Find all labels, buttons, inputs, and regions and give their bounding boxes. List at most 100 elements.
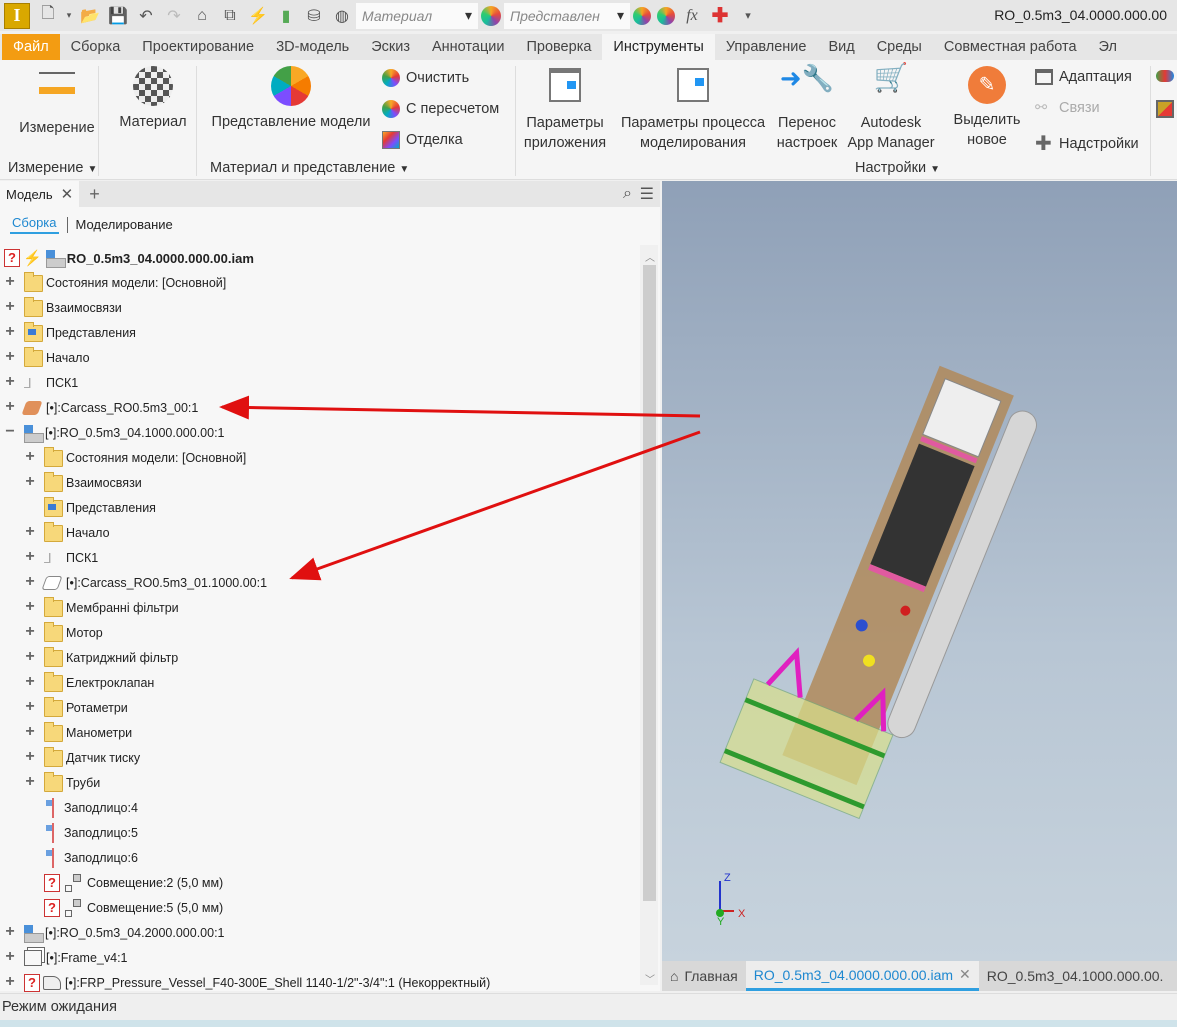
scroll-down-icon[interactable]: ﹀ [645,971,655,986]
tree-item[interactable]: Електроклапан [44,671,154,694]
addins-button[interactable]: ✚ Надстройки [1035,131,1139,156]
tree-item[interactable]: [•]:Carcass_RO0.5m3_01.1000.00:1 [41,572,267,594]
expand-icon[interactable]: + [24,698,36,716]
customize-qat-icon[interactable]: ▾ [737,5,759,27]
tree-item[interactable]: Датчик тиску [44,746,140,769]
tree-item[interactable]: [•]:RO_0.5m3_04.1000.000.00:1 [24,422,225,444]
menu-icon[interactable]: ☰ [640,184,654,204]
tab-6[interactable]: Проверка [515,34,602,60]
home-icon[interactable]: ⌂ [191,5,213,27]
appearance-combo[interactable]: Представлен ▾ [504,2,630,29]
tree-item[interactable]: Заподлицо:6 [44,847,138,869]
tree-item[interactable]: Труби [44,771,100,794]
tab-12[interactable]: Эл [1088,34,1128,60]
tree-item[interactable]: ? [•]:FRP_Pressure_Vessel_F40-300E_Shell … [24,972,490,994]
add-tab-icon[interactable]: + [89,184,100,205]
group-measure[interactable]: Измерение ▼ [8,160,97,176]
fx-icon[interactable]: fx [681,5,703,27]
links-button[interactable]: ⚯ Связи [1035,100,1100,116]
tree-item[interactable]: Катриджний фільтр [44,646,178,669]
expand-icon[interactable]: + [24,748,36,766]
tab-home[interactable]: ⌂ Главная [662,961,746,991]
tree-item[interactable]: Мембранні фільтри [44,596,179,619]
collapse-icon[interactable]: − [4,423,16,441]
tab-8[interactable]: Управление [715,34,818,60]
adjust-button[interactable]: С пересчетом [382,100,499,118]
undo-icon[interactable]: ↶ [135,5,157,27]
expand-icon[interactable]: + [4,948,16,966]
ilogic-icon[interactable]: ⛁ [303,5,325,27]
tab-2[interactable]: Проектирование [131,34,265,60]
tree-item[interactable]: [•]:Frame_v4:1 [24,947,128,969]
tab-4[interactable]: Эскиз [360,34,421,60]
tree-item[interactable]: Состояния модели: [Основной] [44,446,246,469]
tree-item[interactable]: Взаимосвязи [24,296,122,319]
expand-icon[interactable]: + [24,773,36,791]
tree-item[interactable]: Ротаметри [44,696,128,719]
scrollbar-thumb[interactable] [643,265,656,901]
close-icon[interactable]: ✕ [959,966,971,983]
tab-11[interactable]: Совместная работа [933,34,1088,60]
tree-item[interactable]: Начало [44,521,110,544]
finish-button[interactable]: Отделка [382,131,463,149]
highlight-new-button[interactable]: ✎ Выделить новое [946,66,1028,150]
expand-icon[interactable]: + [4,398,16,416]
styles-icon[interactable] [1156,100,1174,118]
tree-item[interactable]: ⅃ ПСК1 [44,547,98,569]
tree-item[interactable]: [•]:Carcass_RO0.5m3_00:1 [21,397,198,419]
subtab-modeling[interactable]: Моделирование [76,217,173,232]
tree-item[interactable]: ? Совмещение:2 (5,0 мм) [44,872,223,894]
tree-item[interactable]: Заподлицо:5 [44,822,138,844]
expand-icon[interactable]: + [4,273,16,291]
expand-icon[interactable]: + [4,348,16,366]
adjust-appearance-icon[interactable] [633,6,651,25]
expand-icon[interactable]: + [24,723,36,741]
redo-icon[interactable]: ↷ [163,5,185,27]
app-options-button[interactable]: Параметры приложения [518,68,612,153]
appearance-button[interactable]: Представление модели [205,66,377,132]
tab-3[interactable]: 3D-модель [265,34,360,60]
material-combo[interactable]: Материал ▾ [356,2,478,29]
expand-icon[interactable]: + [4,973,16,991]
inventor-logo[interactable]: I [4,2,30,29]
subtab-assembly[interactable]: Сборка [10,215,59,234]
expand-icon[interactable]: + [4,323,16,341]
clear-appearance-icon[interactable] [657,6,675,25]
tab-7[interactable]: Инструменты [602,34,715,60]
expand-icon[interactable]: + [4,923,16,941]
expand-icon[interactable]: + [24,648,36,666]
tree-item[interactable]: [•]:RO_0.5m3_04.2000.000.00:1 [24,922,225,944]
expand-icon[interactable]: + [24,673,36,691]
tree-item[interactable]: Представления [44,496,156,519]
tree-item[interactable]: Заподлицо:4 [44,797,138,819]
document-settings-button[interactable]: Параметры процесса моделирования [614,68,772,153]
measure-button[interactable]: Измерение [10,68,104,138]
material-icon[interactable]: ◍ [331,5,353,27]
expand-icon[interactable]: + [24,448,36,466]
expand-icon[interactable]: + [4,298,16,316]
expand-icon[interactable]: + [24,548,36,566]
tree-item[interactable]: Начало [24,346,90,369]
tab-1[interactable]: Сборка [60,34,132,60]
new-icon[interactable]: 🗋 [37,5,59,27]
tree-item[interactable]: ? ⚡ RO_0.5m3_04.0000.000.00.iam [4,247,254,269]
tree-item[interactable]: Взаимосвязи [44,471,142,494]
tab-10[interactable]: Среды [866,34,933,60]
expand-icon[interactable]: + [4,373,16,391]
tab-0[interactable]: Файл [2,34,60,60]
colors-icon[interactable] [1156,70,1174,82]
projects-icon[interactable]: ⧉ [219,5,241,27]
graphics-viewport[interactable]: Z X Y [662,181,1177,961]
expand-icon[interactable]: + [24,473,36,491]
material-button[interactable]: Материал [112,66,194,132]
app-manager-button[interactable]: 🛒 Autodesk App Manager [842,64,940,153]
expand-icon[interactable]: + [24,598,36,616]
migrate-settings-button[interactable]: ➜🔧 Перенос настроек [773,65,841,153]
tab-model[interactable]: Модель ✕ [0,181,80,207]
expand-icon[interactable]: + [24,623,36,641]
search-icon[interactable]: ⌕ [623,185,632,203]
plus-red-icon[interactable]: ✚ [709,5,731,27]
group-material[interactable]: Материал и представление ▼ [210,160,409,176]
save-icon[interactable]: 💾 [107,5,129,27]
tree-item[interactable]: Мотор [44,621,103,644]
